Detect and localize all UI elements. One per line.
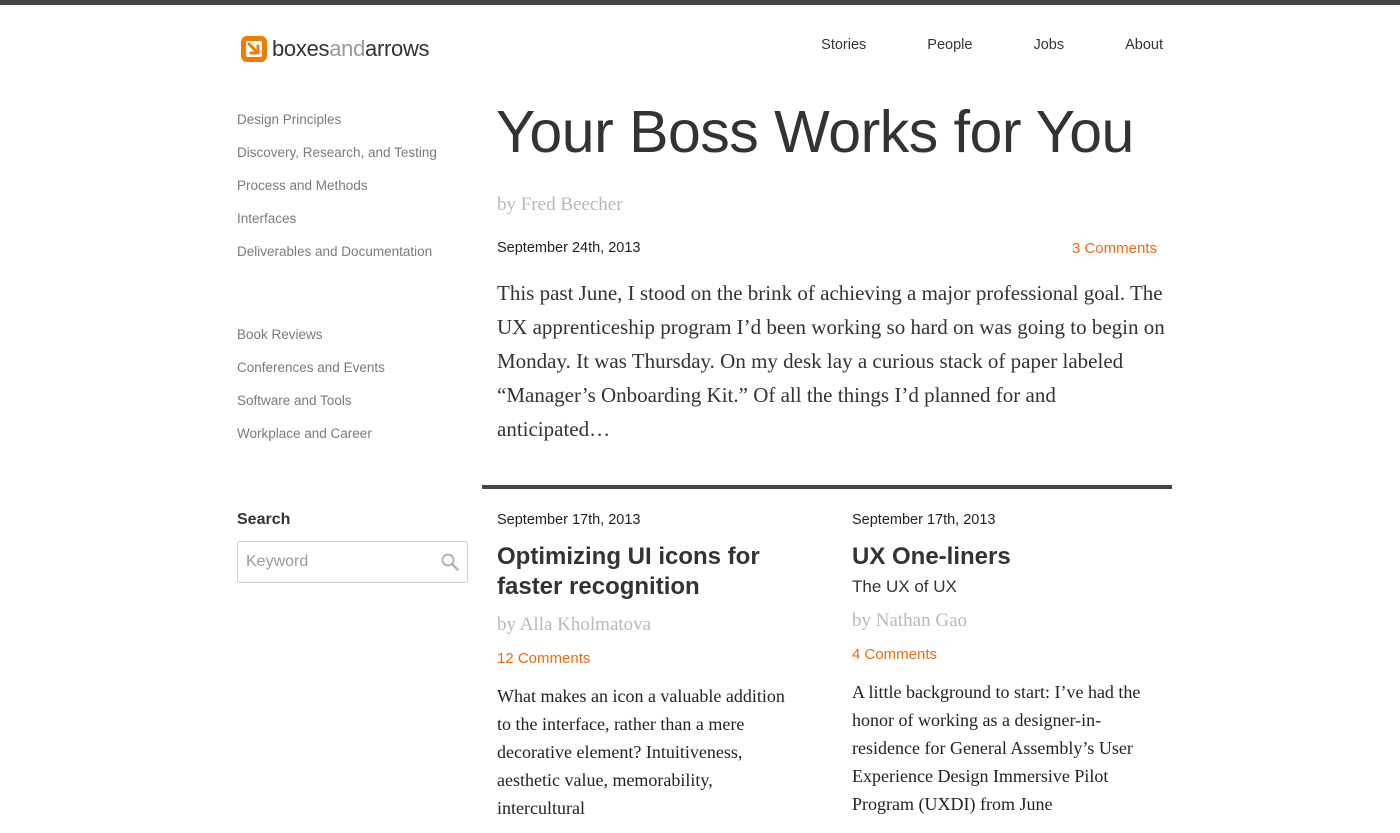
main-nav: Stories People Jobs About [760, 37, 1163, 53]
logo-wordmark: boxesandarrows [272, 36, 430, 62]
article-excerpt: What makes an icon a valuable addition t… [497, 686, 785, 818]
featured-article-title[interactable]: Your Boss Works for You [496, 98, 1134, 166]
search-icon[interactable] [441, 553, 459, 576]
featured-byline[interactable]: by Fred Beecher [497, 194, 623, 216]
search-input[interactable] [238, 542, 428, 582]
nav-jobs[interactable]: Jobs [1033, 37, 1064, 53]
sidebar-item-book-reviews[interactable]: Book Reviews [237, 325, 469, 358]
logo-word-and: and [329, 36, 366, 61]
nav-about[interactable]: About [1125, 37, 1163, 53]
category-list-primary: Design Principles Discovery, Research, a… [237, 110, 469, 275]
sidebar-item-software[interactable]: Software and Tools [237, 391, 469, 424]
article-byline[interactable]: by Nathan Gao [852, 608, 1157, 634]
article-date: September 17th, 2013 [852, 512, 996, 528]
article-subtitle: The UX of UX [852, 577, 957, 596]
sidebar-item-conferences[interactable]: Conferences and Events [237, 358, 469, 391]
site-logo[interactable]: boxesandarrows [241, 35, 430, 63]
article-byline[interactable]: by Alla Kholmatova [497, 612, 802, 638]
sidebar: Design Principles Discovery, Research, a… [237, 110, 469, 457]
sidebar-item-interfaces[interactable]: Interfaces [237, 209, 469, 242]
article-comments-link[interactable]: 12 Comments [497, 650, 802, 668]
article-date: September 17th, 2013 [497, 512, 641, 528]
featured-excerpt: This past June, I stood on the brink of … [497, 281, 1165, 441]
nav-people[interactable]: People [927, 37, 972, 53]
search-heading: Search [237, 511, 291, 528]
category-list-secondary: Book Reviews Conferences and Events Soft… [237, 325, 469, 457]
article-title[interactable]: UX One-liners [852, 542, 1157, 572]
article-card: September 17th, 2013 Optimizing UI icons… [497, 512, 802, 822]
nav-stories[interactable]: Stories [821, 37, 866, 53]
logo-word-boxes: boxes [272, 36, 330, 61]
search-box [237, 541, 468, 583]
sidebar-item-deliverables[interactable]: Deliverables and Documentation [237, 242, 469, 275]
sidebar-item-discovery[interactable]: Discovery, Research, and Testing [237, 143, 469, 176]
featured-date: September 24th, 2013 [497, 240, 641, 256]
featured-comments-link[interactable]: 3 Comments [1072, 240, 1157, 257]
top-accent-bar [0, 0, 1400, 5]
article-title[interactable]: Optimizing UI icons for faster recogniti… [497, 542, 802, 602]
section-divider [482, 485, 1172, 489]
article-comments-link[interactable]: 4 Comments [852, 646, 1157, 664]
logo-word-arrows: arrows [365, 36, 430, 61]
sidebar-item-design-principles[interactable]: Design Principles [237, 110, 469, 143]
article-excerpt: A little background to start: I’ve had t… [852, 682, 1141, 814]
article-card: September 17th, 2013 UX One-liners The U… [852, 512, 1157, 818]
sidebar-item-process[interactable]: Process and Methods [237, 176, 469, 209]
sidebar-item-workplace[interactable]: Workplace and Career [237, 424, 469, 457]
logo-arrow-icon [241, 36, 267, 62]
